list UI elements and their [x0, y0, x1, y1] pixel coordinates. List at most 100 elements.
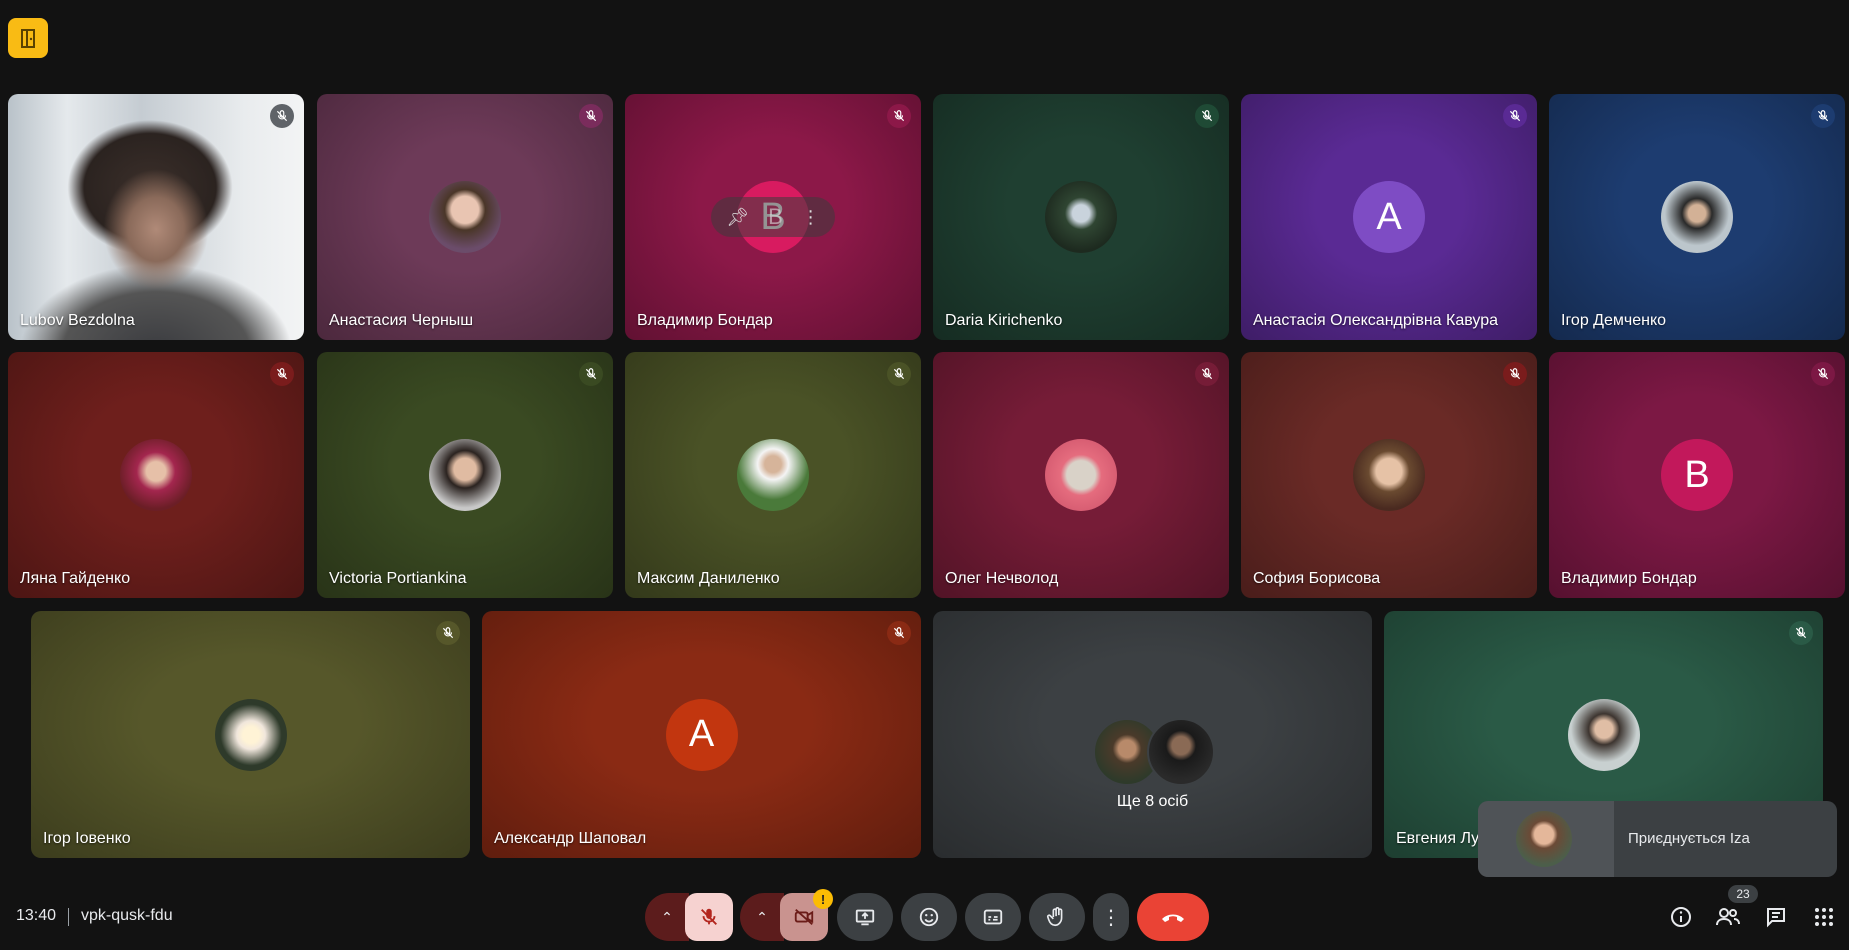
- participant-name: Анастасия Черныш: [329, 312, 474, 329]
- mic-off-icon: [270, 362, 294, 386]
- camera-off-icon: [794, 908, 814, 926]
- participant-tile[interactable]: B📌︎ B ⋮ Владимир Бондар: [625, 94, 921, 340]
- avatar-letter: B: [768, 204, 783, 229]
- avatar: [429, 439, 501, 511]
- mic-off-icon: [887, 621, 911, 645]
- participant-tile[interactable]: Ігор Демченко: [1549, 94, 1845, 340]
- meeting-code: vpk-qusk-fdu: [81, 907, 173, 924]
- mic-off-icon: [1811, 104, 1835, 128]
- avatar: [1661, 181, 1733, 253]
- participant-name: Олег Нечволод: [945, 570, 1059, 587]
- participant-tile[interactable]: Максим Даниленко: [625, 352, 921, 598]
- meeting-details-button[interactable]: [1667, 903, 1695, 931]
- present-screen-button[interactable]: [837, 893, 893, 941]
- hand-icon: [1047, 907, 1063, 927]
- mic-off-icon: [436, 621, 460, 645]
- chevron-up-icon: ⌃: [661, 908, 673, 925]
- participant-tile[interactable]: София Борисова: [1241, 352, 1537, 598]
- mic-off-icon: [1789, 621, 1813, 645]
- participant-name: Daria Kirichenko: [945, 312, 1063, 329]
- participant-name: Ляна Гайденко: [20, 570, 131, 587]
- avatar: A: [1353, 181, 1425, 253]
- emoji-icon: [919, 907, 939, 927]
- participant-tile[interactable]: Ще 8 осіб: [933, 611, 1372, 858]
- participant-tile[interactable]: Ігор Іовенко: [31, 611, 470, 858]
- participant-tile[interactable]: Victoria Portiankina: [317, 352, 613, 598]
- toast-avatar: [1516, 811, 1572, 867]
- apps-grid-icon: [1815, 908, 1833, 926]
- tile-hover-controls: 📌︎ B ⋮: [711, 197, 835, 237]
- participant-tile[interactable]: Lubov Bezdolna: [8, 94, 304, 340]
- avatar: [737, 439, 809, 511]
- participant-name: Владимир Бондар: [637, 312, 773, 329]
- video-options-button[interactable]: ⌃: [740, 893, 784, 941]
- hang-up-icon: [1162, 914, 1184, 922]
- mic-off-icon: [887, 362, 911, 386]
- present-screen-icon: [855, 909, 875, 926]
- join-request-toast[interactable]: Приєднується Іzа: [1478, 801, 1837, 877]
- captions-button[interactable]: [965, 893, 1021, 941]
- participant-name: Владимир Бондар: [1561, 570, 1697, 587]
- info-icon: [1671, 907, 1691, 927]
- leave-call-button[interactable]: [1137, 893, 1209, 941]
- clock: 13:40: [16, 907, 57, 924]
- chat-icon: [1767, 908, 1785, 928]
- avatar: [1353, 439, 1425, 511]
- avatar: [429, 181, 501, 253]
- mic-off-icon: [1195, 362, 1219, 386]
- participant-name: Lubov Bezdolna: [20, 312, 135, 329]
- avatar: [1567, 698, 1640, 771]
- avatar: [214, 698, 287, 771]
- more-options-button[interactable]: ⋮: [1093, 893, 1129, 941]
- pin-icon[interactable]: 📌︎: [726, 207, 749, 228]
- people-icon: [1716, 908, 1740, 926]
- participant-name: Евгения Лу: [1396, 830, 1480, 847]
- mic-off-icon: [887, 104, 911, 128]
- participant-name: Анастасія Олександрівна Кавура: [1253, 312, 1498, 329]
- more-participants-avatars: [1092, 718, 1215, 786]
- bottom-bar: 13:40 vpk-qusk-fdu ⌃ ⌃ ! ⋮ 23: [0, 880, 1849, 950]
- toast-text: Приєднується Іzа: [1628, 830, 1750, 847]
- participants-button[interactable]: [1714, 903, 1742, 931]
- avatar: B: [1661, 439, 1733, 511]
- mic-off-icon: [1503, 362, 1527, 386]
- top-bar: [0, 0, 1849, 80]
- raise-hand-button[interactable]: [1029, 893, 1085, 941]
- meet-door-icon[interactable]: [8, 18, 48, 58]
- avatar: [1146, 718, 1215, 786]
- audio-options-button[interactable]: ⌃: [645, 893, 689, 941]
- participant-name: Максим Даниленко: [637, 570, 780, 587]
- avatar: A: [665, 698, 738, 771]
- participant-name: София Борисова: [1253, 570, 1381, 587]
- mic-off-icon: [1195, 104, 1219, 128]
- more-vert-icon[interactable]: ⋮: [802, 207, 820, 228]
- chat-button[interactable]: [1762, 903, 1790, 931]
- avatar: [120, 439, 192, 511]
- participant-tile[interactable]: B Владимир Бондар: [1549, 352, 1845, 598]
- participant-video: [8, 94, 304, 340]
- chevron-up-icon: ⌃: [756, 908, 768, 925]
- camera-warning-badge[interactable]: !: [813, 889, 833, 909]
- participant-name: Ігор Демченко: [1561, 312, 1667, 329]
- mic-off-icon: [701, 908, 717, 925]
- mic-off-icon: [1503, 104, 1527, 128]
- mic-off-icon: [270, 104, 294, 128]
- participant-tile[interactable]: Олег Нечволод: [933, 352, 1229, 598]
- more-vert-icon: ⋮: [1101, 906, 1121, 929]
- participant-tile[interactable]: Анастасия Черныш: [317, 94, 613, 340]
- mic-toggle-button[interactable]: [685, 893, 733, 941]
- activities-button[interactable]: [1810, 903, 1838, 931]
- reactions-button[interactable]: [901, 893, 957, 941]
- participant-tile[interactable]: Ляна Гайденко: [8, 352, 304, 598]
- avatar: [1045, 181, 1117, 253]
- participant-tile[interactable]: A Александр Шаповал: [482, 611, 921, 858]
- more-participants-label: Ще 8 осіб: [1116, 793, 1189, 810]
- mic-off-icon: [1811, 362, 1835, 386]
- mic-off-icon: [579, 362, 603, 386]
- participant-tile[interactable]: Daria Kirichenko: [933, 94, 1229, 340]
- participant-name: Александр Шаповал: [494, 830, 647, 847]
- participant-tile[interactable]: A Анастасія Олександрівна Кавура: [1241, 94, 1537, 340]
- captions-icon: [983, 909, 1003, 925]
- avatar: [1045, 439, 1117, 511]
- divider: [68, 908, 69, 926]
